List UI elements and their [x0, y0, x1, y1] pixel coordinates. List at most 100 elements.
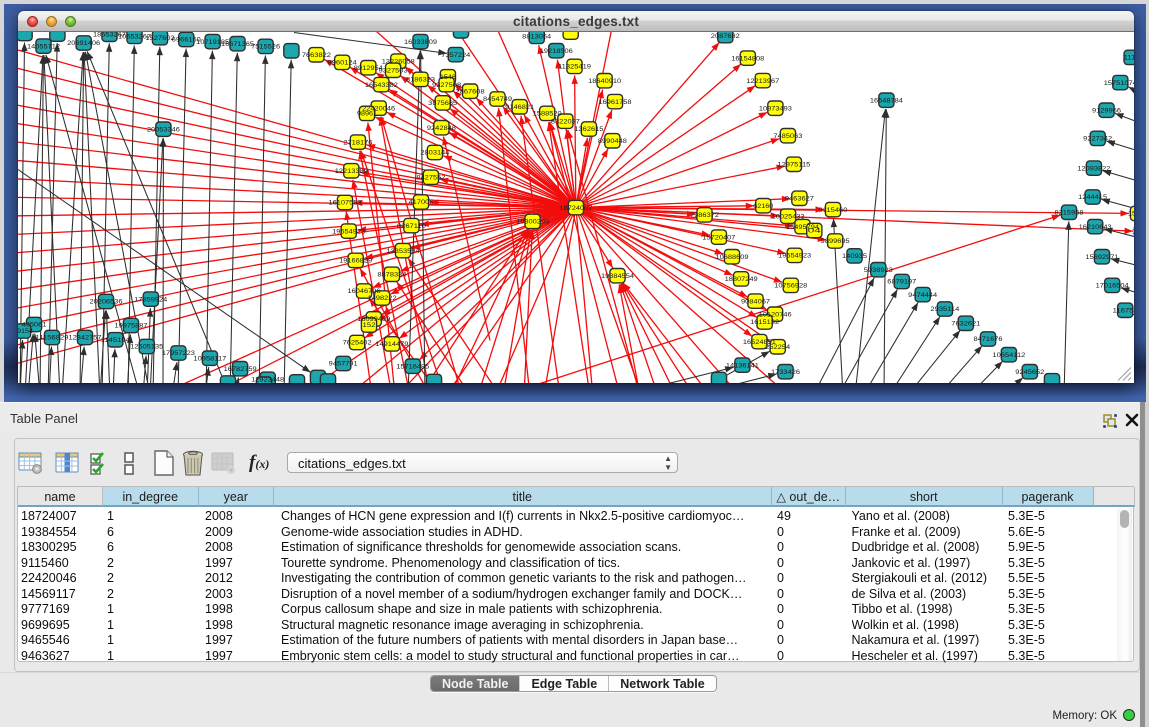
- svg-text:12505135: 12505135: [130, 343, 163, 350]
- svg-text:18724007: 18724007: [559, 204, 592, 211]
- svg-text:2803144: 2803144: [420, 149, 449, 156]
- svg-text:19975887: 19975887: [115, 322, 148, 329]
- svg-text:7485063: 7485063: [773, 132, 802, 139]
- svg-text:140935: 140935: [842, 253, 867, 260]
- svg-text:1244415: 1244415: [1078, 194, 1107, 201]
- svg-text:1145194: 1145194: [101, 337, 130, 344]
- svg-text:2087682: 2087682: [711, 32, 740, 39]
- svg-text:9245652: 9245652: [1015, 368, 1044, 375]
- svg-text:9115460: 9115460: [819, 206, 848, 213]
- svg-text:12213967: 12213967: [746, 77, 779, 84]
- svg-text:1112: 1112: [1124, 54, 1134, 61]
- svg-text:14055712: 14055712: [27, 43, 60, 50]
- svg-text:2935114: 2935114: [930, 306, 959, 313]
- svg-text:18300295: 18300295: [516, 218, 549, 225]
- svg-text:9129966: 9129966: [1092, 107, 1121, 114]
- svg-text:16543382: 16543382: [365, 81, 398, 88]
- svg-text:98961: 98961: [357, 110, 377, 117]
- svg-text:17359924: 17359924: [134, 296, 167, 303]
- svg-text:12342757: 12342757: [69, 334, 102, 341]
- svg-text:2867608: 2867608: [456, 88, 485, 95]
- svg-text:16033809: 16033809: [404, 38, 437, 45]
- svg-text:8322037: 8322037: [551, 118, 580, 125]
- svg-text:7663822: 7663822: [302, 52, 331, 59]
- svg-text:15716485: 15716485: [396, 363, 429, 370]
- svg-text:9242848: 9242848: [427, 124, 456, 131]
- svg-text:17957223: 17957223: [162, 350, 195, 357]
- svg-text:7986372: 7986372: [690, 212, 719, 219]
- svg-text:2718176: 2718176: [343, 139, 372, 146]
- svg-text:13353594: 13353594: [387, 247, 420, 254]
- svg-text:8267110: 8267110: [397, 222, 426, 229]
- svg-text:116753: 116753: [1113, 307, 1134, 314]
- svg-text:1546: 1546: [440, 74, 456, 81]
- svg-text:16210643: 16210643: [1079, 223, 1112, 230]
- svg-text:18640910: 18640910: [588, 77, 621, 84]
- svg-text:19166829: 19166829: [339, 257, 372, 264]
- svg-text:04: 04: [808, 227, 821, 234]
- svg-text:7357224: 7357224: [441, 51, 470, 58]
- svg-text:10688609: 10688609: [716, 253, 749, 260]
- svg-text:15751074: 15751074: [1104, 79, 1134, 86]
- svg-text:20691406: 20691406: [67, 40, 100, 47]
- svg-text:417006: 417006: [409, 199, 434, 206]
- svg-text:8878334: 8878334: [377, 271, 406, 278]
- svg-text:16107553: 16107553: [329, 199, 362, 206]
- svg-text:16782759: 16782759: [224, 365, 257, 372]
- svg-text:12975115: 12975115: [777, 161, 810, 168]
- svg-text:19654923: 19654923: [332, 228, 365, 235]
- svg-text:39154: 39154: [18, 328, 33, 335]
- svg-text:15938: 15938: [1128, 210, 1134, 217]
- svg-text:16154808: 16154808: [731, 55, 764, 62]
- svg-text:14914479: 14914479: [375, 341, 408, 348]
- svg-text:7515526: 7515526: [251, 43, 280, 50]
- svg-text:13220: 13220: [1132, 228, 1134, 235]
- svg-text:15720407: 15720407: [702, 234, 735, 241]
- svg-text:10973493: 10973493: [759, 105, 792, 112]
- svg-text:11325419: 11325419: [558, 63, 591, 70]
- svg-text:1527602: 1527602: [146, 34, 175, 41]
- svg-text:9084067: 9084067: [741, 298, 770, 305]
- svg-text:10958117: 10958117: [193, 355, 226, 362]
- svg-text:10120746: 10120746: [759, 311, 792, 318]
- svg-text:10654112: 10654112: [992, 351, 1025, 358]
- svg-text:1588520: 1588520: [533, 110, 562, 117]
- svg-text:12213389: 12213389: [335, 168, 368, 175]
- svg-text:9899695: 9899695: [821, 238, 850, 245]
- svg-text:9474444: 9474444: [908, 291, 937, 298]
- svg-text:12093822: 12093822: [1077, 165, 1110, 172]
- svg-text:5938923: 5938923: [864, 266, 893, 273]
- svg-text:8471676: 8471676: [974, 336, 1003, 343]
- svg-text:9146821: 9146821: [505, 104, 534, 111]
- svg-text:8813054: 8813054: [522, 33, 551, 40]
- svg-text:16648784: 16648784: [870, 97, 903, 104]
- svg-text:18807249: 18807249: [725, 276, 758, 283]
- svg-text:19218506: 19218506: [540, 47, 573, 54]
- svg-text:8215958: 8215958: [1055, 209, 1084, 216]
- svg-text:8454749: 8454749: [483, 96, 512, 103]
- svg-text:11156829: 11156829: [36, 334, 69, 341]
- svg-text:62160: 62160: [753, 202, 773, 209]
- svg-text:3875685: 3875685: [428, 100, 457, 107]
- svg-text:1733426: 1733426: [771, 368, 800, 375]
- svg-text:8960124: 8960124: [328, 59, 357, 66]
- svg-text:20206536: 20206536: [90, 298, 123, 305]
- svg-text:1362615: 1362615: [574, 126, 603, 133]
- svg-text:8427552: 8427552: [416, 174, 445, 181]
- svg-text:16961758: 16961758: [599, 98, 632, 105]
- svg-text:16046796: 16046796: [348, 288, 381, 295]
- svg-text:13226058: 13226058: [382, 58, 415, 65]
- svg-text:10756928: 10756928: [774, 282, 807, 289]
- svg-text:7632621: 7632621: [951, 320, 980, 327]
- svg-text:9463627: 9463627: [785, 195, 814, 202]
- svg-text:1498222: 1498222: [368, 295, 397, 302]
- svg-text:14136141: 14136141: [726, 362, 759, 369]
- svg-text:19654923: 19654923: [778, 252, 811, 259]
- svg-text:17016504: 17016504: [1096, 282, 1129, 289]
- svg-text:20053346: 20053346: [147, 126, 180, 133]
- svg-text:8990448: 8990448: [598, 138, 627, 145]
- svg-text:15692971: 15692971: [1086, 253, 1119, 260]
- svg-text:252254: 252254: [765, 344, 790, 351]
- svg-text:16671365: 16671365: [221, 40, 254, 47]
- svg-text:7625402: 7625402: [343, 339, 372, 346]
